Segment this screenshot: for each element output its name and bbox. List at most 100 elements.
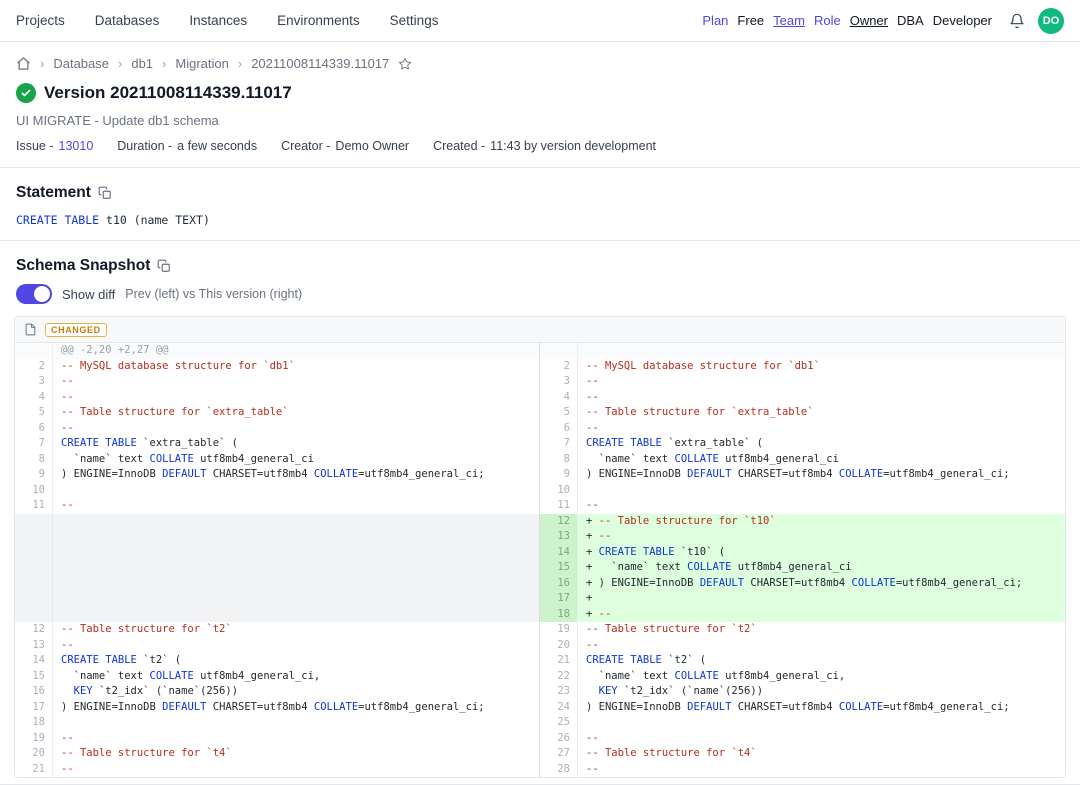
line-code: KEY `t2_idx` (`name`(256)) [578, 684, 1065, 700]
breadcrumb-version[interactable]: 20211008114339.11017 [251, 56, 389, 71]
diff-line: 19-- [15, 731, 539, 747]
line-number: 9 [15, 467, 53, 483]
line-code: -- [53, 498, 539, 514]
sql-rest: t10 (name TEXT) [99, 213, 210, 227]
line-number: 8 [540, 452, 578, 468]
meta-creator: Creator - Demo Owner [281, 139, 409, 153]
line-number: 27 [540, 746, 578, 762]
diff-line: 16 KEY `t2_idx` (`name`(256)) [15, 684, 539, 700]
line-code: -- Table structure for `t2` [53, 622, 539, 638]
diff-body: @@ -2,20 +2,27 @@2-- MySQL database stru… [15, 343, 1065, 777]
line-number: 8 [15, 452, 53, 468]
issue-link[interactable]: 13010 [59, 139, 94, 153]
meta-issue: Issue - 13010 [16, 139, 93, 153]
nav-databases[interactable]: Databases [95, 13, 160, 28]
line-code: ) ENGINE=InnoDB DEFAULT CHARSET=utf8mb4 … [578, 700, 1065, 716]
line-number: 14 [540, 545, 578, 561]
line-number: 17 [15, 700, 53, 716]
nav-instances[interactable]: Instances [189, 13, 247, 28]
diff-line: 19-- Table structure for `t2` [540, 622, 1065, 638]
diff-line [15, 514, 539, 530]
nav-projects[interactable]: Projects [16, 13, 65, 28]
star-icon[interactable] [398, 57, 412, 71]
diff-line: 16+ ) ENGINE=InnoDB DEFAULT CHARSET=utf8… [540, 576, 1065, 592]
diff-line [15, 591, 539, 607]
changed-badge: CHANGED [45, 323, 107, 337]
diff-line [15, 529, 539, 545]
breadcrumb-separator: › [162, 56, 166, 71]
line-code: -- [578, 421, 1065, 437]
breadcrumb-database[interactable]: Database [53, 56, 109, 71]
line-number: 21 [540, 653, 578, 669]
plan-label[interactable]: Plan [702, 13, 728, 28]
nav-settings[interactable]: Settings [390, 13, 439, 28]
diff-pane-current: 2-- MySQL database structure for `db1`3-… [540, 343, 1065, 777]
line-code: + -- Table structure for `t10` [578, 514, 1065, 530]
line-code: `name` text COLLATE utf8mb4_general_ci, [53, 669, 539, 685]
diff-line: 4-- [15, 390, 539, 406]
line-number: 24 [540, 700, 578, 716]
line-number: 9 [540, 467, 578, 483]
line-number [15, 591, 53, 607]
line-code: -- [53, 731, 539, 747]
diff-line: 3-- [540, 374, 1065, 390]
breadcrumb-db1[interactable]: db1 [131, 56, 153, 71]
line-code: `name` text COLLATE utf8mb4_general_ci [578, 452, 1065, 468]
plan-option-free[interactable]: Free [737, 13, 764, 28]
line-code: -- [578, 374, 1065, 390]
breadcrumb-separator: › [238, 56, 242, 71]
line-code: + [578, 591, 1065, 607]
line-number [15, 514, 53, 530]
role-option-owner[interactable]: Owner [850, 13, 888, 28]
line-code: + CREATE TABLE `t10` ( [578, 545, 1065, 561]
line-code [53, 514, 539, 530]
line-code: -- MySQL database structure for `db1` [578, 359, 1065, 375]
breadcrumb-separator: › [118, 56, 122, 71]
diff-line: 24) ENGINE=InnoDB DEFAULT CHARSET=utf8mb… [540, 700, 1065, 716]
line-code: `name` text COLLATE utf8mb4_general_ci, [578, 669, 1065, 685]
line-code: `name` text COLLATE utf8mb4_general_ci [53, 452, 539, 468]
line-code: -- [578, 762, 1065, 778]
diff-line: 12+ -- Table structure for `t10` [540, 514, 1065, 530]
breadcrumb-migration[interactable]: Migration [175, 56, 228, 71]
diff-pane-previous: @@ -2,20 +2,27 @@2-- MySQL database stru… [15, 343, 540, 777]
diff-line: 9) ENGINE=InnoDB DEFAULT CHARSET=utf8mb4… [540, 467, 1065, 483]
avatar[interactable]: DO [1038, 8, 1064, 34]
copy-statement-icon[interactable] [98, 186, 112, 200]
diff-line: 5-- Table structure for `extra_table` [15, 405, 539, 421]
diff-hunk-header [540, 343, 1065, 359]
notification-bell-icon[interactable] [1009, 13, 1025, 29]
show-diff-label: Show diff [62, 287, 115, 302]
line-code: -- [578, 731, 1065, 747]
line-code: ) ENGINE=InnoDB DEFAULT CHARSET=utf8mb4 … [53, 467, 539, 483]
copy-snapshot-icon[interactable] [157, 259, 171, 273]
plan-option-team[interactable]: Team [773, 13, 805, 28]
show-diff-toggle[interactable] [16, 284, 52, 304]
line-code: -- Table structure for `extra_table` [578, 405, 1065, 421]
migration-subtitle: UI MIGRATE - Update db1 schema [0, 103, 1080, 128]
diff-line: 18 [15, 715, 539, 731]
nav-environments[interactable]: Environments [277, 13, 360, 28]
home-icon[interactable] [16, 56, 31, 71]
diff-line [15, 545, 539, 561]
diff-file-header: CHANGED [15, 317, 1065, 343]
line-code: + ) ENGINE=InnoDB DEFAULT CHARSET=utf8mb… [578, 576, 1065, 592]
diff-toggle-row: Show diff Prev (left) vs This version (r… [0, 275, 1080, 316]
sql-keyword: CREATE TABLE [16, 213, 99, 227]
diff-line: 7CREATE TABLE `extra_table` ( [15, 436, 539, 452]
role-option-developer[interactable]: Developer [933, 13, 992, 28]
role-label[interactable]: Role [814, 13, 841, 28]
meta-duration: Duration - a few seconds [117, 139, 257, 153]
diff-line: 7CREATE TABLE `extra_table` ( [540, 436, 1065, 452]
line-code: -- [578, 390, 1065, 406]
diff-line: 4-- [540, 390, 1065, 406]
line-number: 11 [540, 498, 578, 514]
line-number: 5 [15, 405, 53, 421]
nav-right: Plan Free Team Role Owner DBA Developer … [702, 8, 1064, 34]
snapshot-section-header: Schema Snapshot [0, 241, 1080, 275]
line-number: 2 [540, 359, 578, 375]
line-number: 3 [540, 374, 578, 390]
role-option-dba[interactable]: DBA [897, 13, 924, 28]
schema-diff-card: CHANGED @@ -2,20 +2,27 @@2-- MySQL datab… [14, 316, 1066, 778]
line-number: 23 [540, 684, 578, 700]
